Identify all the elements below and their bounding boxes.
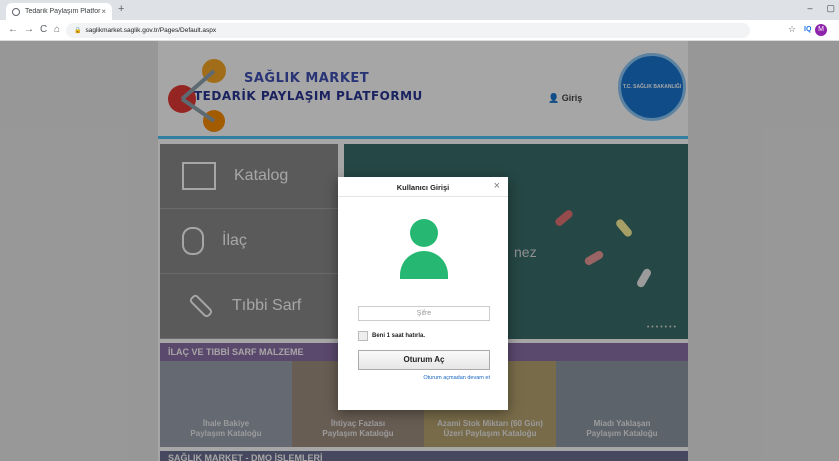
minimize-button[interactable]: – <box>807 3 812 14</box>
browser-toolbar: ← → C ⌂ 🔒 saglikmarket.saglik.gov.tr/Pag… <box>0 20 839 41</box>
avatar-head <box>410 219 438 247</box>
tab-title: Tedarik Paylaşım Platformu <box>25 8 101 15</box>
password-field[interactable]: Şifre <box>358 306 490 321</box>
login-modal: Kullanıcı Girişi × Şifre Beni 1 saat hat… <box>338 177 508 410</box>
bookmark-star-icon[interactable]: ☆ <box>788 24 796 35</box>
reload-button[interactable]: C <box>40 24 47 35</box>
url-text: saglikmarket.saglik.gov.tr/Pages/Default… <box>85 27 217 34</box>
tab-close-icon[interactable]: × <box>101 7 106 16</box>
address-bar[interactable]: 🔒 saglikmarket.saglik.gov.tr/Pages/Defau… <box>66 23 750 38</box>
page-viewport: SAĞLIK MARKET TEDARİK PAYLAŞIM PLATFORMU… <box>0 41 839 461</box>
modal-header: Kullanıcı Girişi × <box>338 177 508 197</box>
continue-without-login-link[interactable]: Oturum açmadan devam et <box>423 375 490 381</box>
extension-icon[interactable]: IQ <box>804 26 811 33</box>
home-button[interactable]: ⌂ <box>54 24 60 35</box>
maximize-button[interactable]: ▢ <box>826 3 835 14</box>
browser-tabbar: Tedarik Paylaşım Platformu × + – ▢ <box>0 0 839 20</box>
new-tab-button[interactable]: + <box>118 3 124 15</box>
browser-tab[interactable]: Tedarik Paylaşım Platformu × <box>6 3 112 20</box>
close-icon[interactable]: × <box>494 180 500 192</box>
user-avatar-icon <box>400 219 448 279</box>
remember-checkbox[interactable] <box>358 331 368 341</box>
modal-title: Kullanıcı Girişi <box>396 183 450 192</box>
remember-label: Beni 1 saat hatırla. <box>372 333 426 339</box>
profile-avatar[interactable]: M <box>815 24 827 36</box>
remember-me[interactable]: Beni 1 saat hatırla. <box>358 331 425 341</box>
globe-icon <box>12 7 20 16</box>
back-button[interactable]: ← <box>8 24 18 35</box>
forward-button[interactable]: → <box>24 24 34 35</box>
login-button[interactable]: Oturum Aç <box>358 350 490 370</box>
window-controls: – ▢ <box>807 3 835 14</box>
lock-icon: 🔒 <box>74 28 82 34</box>
avatar-body <box>400 251 448 279</box>
